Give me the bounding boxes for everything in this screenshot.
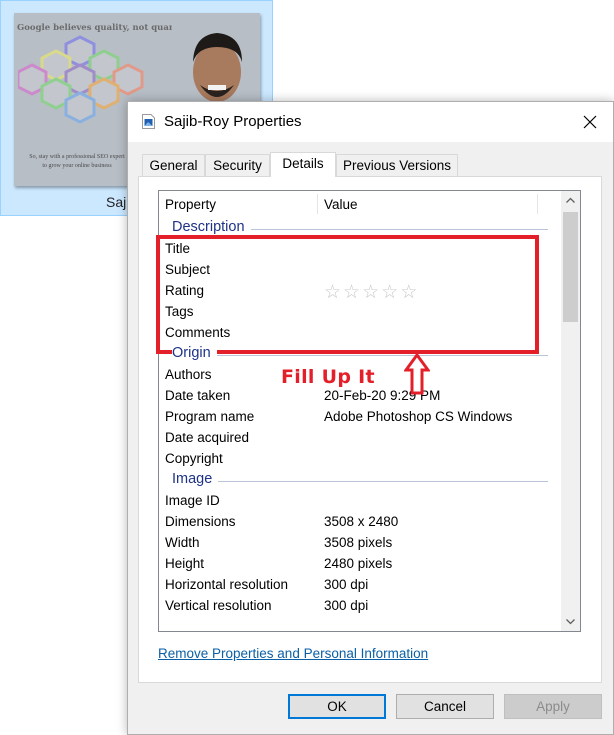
property-value[interactable]: 300 dpi [324, 577, 368, 592]
tab-details[interactable]: Details [270, 152, 336, 177]
property-row-title[interactable]: Title [159, 238, 562, 259]
scroll-up-button[interactable] [561, 191, 580, 209]
group-header-description: Description [159, 217, 562, 238]
property-name: Horizontal resolution [165, 577, 289, 592]
star-icon[interactable]: ☆ [362, 282, 381, 303]
property-name: Image ID [165, 493, 220, 508]
property-name: Date taken [165, 388, 231, 403]
tab-security[interactable]: Security [205, 154, 270, 176]
group-label: Image [172, 471, 219, 487]
property-name: Tags [165, 304, 194, 319]
cancel-button[interactable]: Cancel [396, 694, 494, 719]
apply-button[interactable]: Apply [504, 694, 602, 719]
property-row-date-acquired[interactable]: Date acquired [159, 427, 562, 448]
star-icon[interactable]: ☆ [343, 282, 362, 303]
group-header-image: Image [159, 469, 562, 490]
close-button[interactable] [567, 102, 613, 142]
property-value[interactable]: Adobe Photoshop CS Windows [324, 409, 512, 424]
group-divider [172, 481, 548, 482]
property-value[interactable]: 3508 x 2480 [324, 514, 398, 529]
chevron-down-icon [566, 619, 575, 625]
property-name: Dimensions [165, 514, 236, 529]
property-row-date-taken[interactable]: Date taken 20-Feb-20 9:29 PM [159, 385, 562, 406]
tab-general[interactable]: General [142, 154, 205, 176]
property-row-width[interactable]: Width 3508 pixels [159, 532, 562, 553]
property-row-rating[interactable]: Rating ☆☆☆☆☆ [159, 280, 562, 303]
column-header-property[interactable]: Property [159, 194, 318, 214]
thumbnail-footer: So, stay with a professional SEO expert … [17, 153, 137, 171]
vertical-scrollbar[interactable] [561, 191, 580, 631]
group-divider [172, 355, 548, 356]
details-panel: Property Value Description Title Subject [138, 176, 602, 683]
properties-dialog: Sajib-Roy Properties General Security De… [127, 101, 614, 735]
property-name: Comments [165, 325, 231, 340]
property-name: Rating [165, 283, 205, 298]
property-name: Vertical resolution [165, 598, 272, 613]
close-icon [583, 115, 597, 129]
group-header-origin: Origin [159, 343, 562, 364]
thumbnail-headline: Google believes quality, not quantity [17, 23, 192, 33]
property-row-image-id[interactable]: Image ID [159, 490, 562, 511]
dialog-title: Sajib-Roy Properties [164, 113, 302, 130]
group-label: Description [172, 219, 251, 235]
property-name: Width [165, 535, 200, 550]
property-name: Authors [165, 367, 212, 382]
property-name: Program name [165, 409, 255, 424]
property-value[interactable]: 2480 pixels [324, 556, 392, 571]
title-bar[interactable]: Sajib-Roy Properties [128, 102, 613, 142]
group-label: Origin [172, 345, 217, 361]
property-name: Copyright [165, 451, 223, 466]
property-row-subject[interactable]: Subject [159, 259, 562, 280]
property-row-dimensions[interactable]: Dimensions 3508 x 2480 [159, 511, 562, 532]
thumbnail-footer-line2: to grow your online business [42, 163, 112, 169]
property-name: Subject [165, 262, 211, 277]
ok-button[interactable]: OK [288, 694, 386, 719]
remove-properties-link[interactable]: Remove Properties and Personal Informati… [158, 646, 428, 661]
column-header-value[interactable]: Value [318, 194, 538, 214]
property-row-horizontal-resolution[interactable]: Horizontal resolution 300 dpi [159, 574, 562, 595]
property-name: Height [165, 556, 205, 571]
star-icon[interactable]: ☆ [324, 282, 343, 303]
property-value[interactable]: 3508 pixels [324, 535, 392, 550]
list-header: Property Value [159, 191, 562, 217]
property-row-comments[interactable]: Comments [159, 322, 562, 343]
property-row-copyright[interactable]: Copyright [159, 448, 562, 469]
up-arrow-icon [404, 353, 430, 395]
property-row-program-name[interactable]: Program name Adobe Photoshop CS Windows [159, 406, 562, 427]
star-icon[interactable]: ☆ [400, 282, 419, 303]
property-row-vertical-resolution[interactable]: Vertical resolution 300 dpi [159, 595, 562, 616]
file-name-label: Saji [106, 194, 130, 210]
image-file-icon [142, 114, 155, 129]
star-icon[interactable]: ☆ [381, 282, 400, 303]
property-name: Date acquired [165, 430, 250, 445]
properties-list: Property Value Description Title Subject [158, 190, 581, 632]
property-row-tags[interactable]: Tags [159, 301, 562, 322]
scroll-down-button[interactable] [561, 613, 580, 631]
chevron-up-icon [566, 197, 575, 203]
list-body: Description Title Subject Rating ☆☆☆☆☆ T… [159, 217, 562, 616]
property-row-height[interactable]: Height 2480 pixels [159, 553, 562, 574]
thumbnail-footer-line1: So, stay with a professional SEO expert [29, 154, 125, 160]
tab-previous-versions[interactable]: Previous Versions [336, 154, 458, 176]
annotation-label: Fill Up It [281, 366, 375, 388]
property-value[interactable]: 300 dpi [324, 598, 368, 613]
scrollbar-thumb[interactable] [563, 212, 578, 322]
property-name: Title [165, 241, 191, 256]
